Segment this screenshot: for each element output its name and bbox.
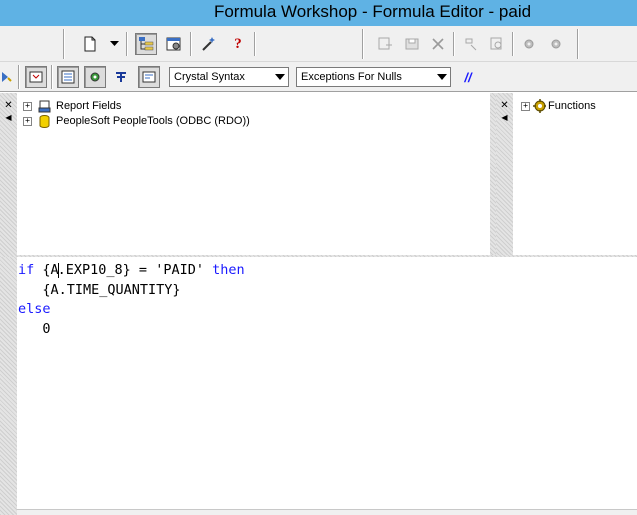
functions-gear-icon: [533, 99, 546, 113]
toolbar-separator: [453, 32, 455, 56]
bookmark-toggle-icon: [29, 71, 43, 83]
tree-item-label: Functions: [548, 100, 596, 112]
code-line-1: if {A.EXP10_8} = 'PAID' then: [18, 262, 245, 278]
function-tree-icon: [90, 72, 100, 82]
tree-view-icon: [139, 37, 154, 51]
bookmark-button[interactable]: [0, 66, 16, 88]
toggle-properties-button[interactable]: [163, 33, 185, 55]
toolbar-gripper: [63, 29, 65, 59]
previous-error-button: [518, 33, 540, 55]
main-toolbar: ?: [0, 26, 637, 62]
check-syntax-icon: [465, 38, 477, 51]
syntax-select[interactable]: Crystal Syntax: [169, 67, 289, 87]
new-formula-button[interactable]: [79, 33, 101, 55]
null-handling-select-value: Exceptions For Nulls: [301, 71, 402, 83]
editor-gutter: [0, 257, 17, 515]
close-icon: [432, 38, 444, 50]
code-line-4: 0: [18, 320, 51, 337]
title-bar: Formula Workshop - Formula Editor - paid: [0, 0, 637, 26]
properties-icon: [166, 37, 181, 51]
chevron-down-icon: [109, 41, 119, 46]
find-button: [486, 33, 508, 55]
collapse-pane-icon[interactable]: ◀: [3, 113, 14, 123]
next-error-button: [545, 33, 567, 55]
delete-button: [427, 33, 449, 55]
close-pane-icon[interactable]: ✕: [499, 101, 510, 111]
tree-item-label: PeopleSoft PeopleTools (ODBC (RDO)): [56, 115, 250, 127]
toggle-syntax-button[interactable]: [138, 66, 160, 88]
toolbar-separator: [190, 32, 192, 56]
gear-icon: [524, 39, 534, 49]
comment-icon: //: [464, 69, 472, 85]
new-formula-dropdown-button[interactable]: [106, 33, 122, 55]
collapse-pane-icon[interactable]: ◀: [499, 113, 510, 123]
formula-toolbar: Crystal Syntax Exceptions For Nulls //: [0, 62, 637, 92]
keyword-if: if: [18, 262, 35, 278]
report-fields-icon: [38, 100, 51, 113]
null-handling-select[interactable]: Exceptions For Nulls: [296, 67, 451, 87]
syntax-select-value: Crystal Syntax: [174, 71, 245, 83]
tree-item-functions[interactable]: + Functions: [521, 98, 596, 114]
code-line-2: {A.TIME_QUANTITY}: [18, 281, 181, 298]
function-tree: + Functions: [513, 93, 637, 255]
save-button: [401, 33, 423, 55]
tree-item-report-fields[interactable]: + Report Fields: [23, 98, 121, 114]
bookmark-icon: [2, 72, 12, 82]
find-icon: [490, 37, 502, 50]
expand-icon[interactable]: +: [23, 116, 32, 126]
close-pane-icon[interactable]: ✕: [3, 101, 14, 111]
show-field-tree-button[interactable]: [57, 66, 79, 88]
toolbar-separator: [18, 65, 20, 89]
field-tree-icon: [61, 70, 75, 84]
window-title: Formula Workshop - Formula Editor - paid: [213, 2, 532, 21]
formula-expert-button[interactable]: [198, 33, 220, 55]
field-tree: + Report Fields + PeopleSoft PeopleTools…: [17, 93, 490, 255]
show-function-tree-button[interactable]: [84, 66, 106, 88]
comment-button[interactable]: //: [457, 66, 479, 88]
chevron-down-icon: [434, 68, 450, 86]
save-icon: [405, 38, 419, 50]
show-operator-tree-button[interactable]: [110, 66, 132, 88]
tree-item-label: Report Fields: [56, 100, 122, 112]
check-button: [460, 33, 482, 55]
new-document-icon: [84, 36, 96, 52]
keyword-then: then: [212, 262, 245, 278]
toggle-bookmark-button[interactable]: [25, 66, 47, 88]
keyword-else: else: [18, 301, 51, 318]
toolbar-separator: [512, 32, 514, 56]
toolbar-separator: [126, 32, 128, 56]
help-button[interactable]: ?: [227, 33, 249, 55]
toolbar-separator: [51, 65, 53, 89]
toolbar-gripper: [577, 29, 579, 59]
help-icon: ?: [234, 35, 242, 52]
chevron-down-icon: [272, 68, 288, 86]
gear-icon: [551, 39, 561, 49]
tree-item-peoplesoft-source[interactable]: + PeopleSoft PeopleTools (ODBC (RDO)): [23, 113, 250, 129]
horizontal-scrollbar[interactable]: [17, 509, 637, 515]
toolbar-separator: [254, 32, 256, 56]
expand-icon[interactable]: +: [23, 101, 32, 111]
magic-wand-icon: [202, 37, 215, 51]
operator-tree-icon: [116, 72, 126, 82]
save-close-icon: [378, 37, 392, 50]
syntax-icon: [142, 71, 156, 83]
formula-text[interactable]: if {A.EXP10_8} = 'PAID' then {A.TIME_QUA…: [18, 261, 245, 339]
toggle-tree-button[interactable]: [135, 33, 157, 55]
expand-icon[interactable]: +: [521, 101, 530, 111]
save-and-close-button: [374, 33, 396, 55]
database-icon: [38, 114, 51, 128]
toolbar-gripper: [362, 29, 364, 59]
